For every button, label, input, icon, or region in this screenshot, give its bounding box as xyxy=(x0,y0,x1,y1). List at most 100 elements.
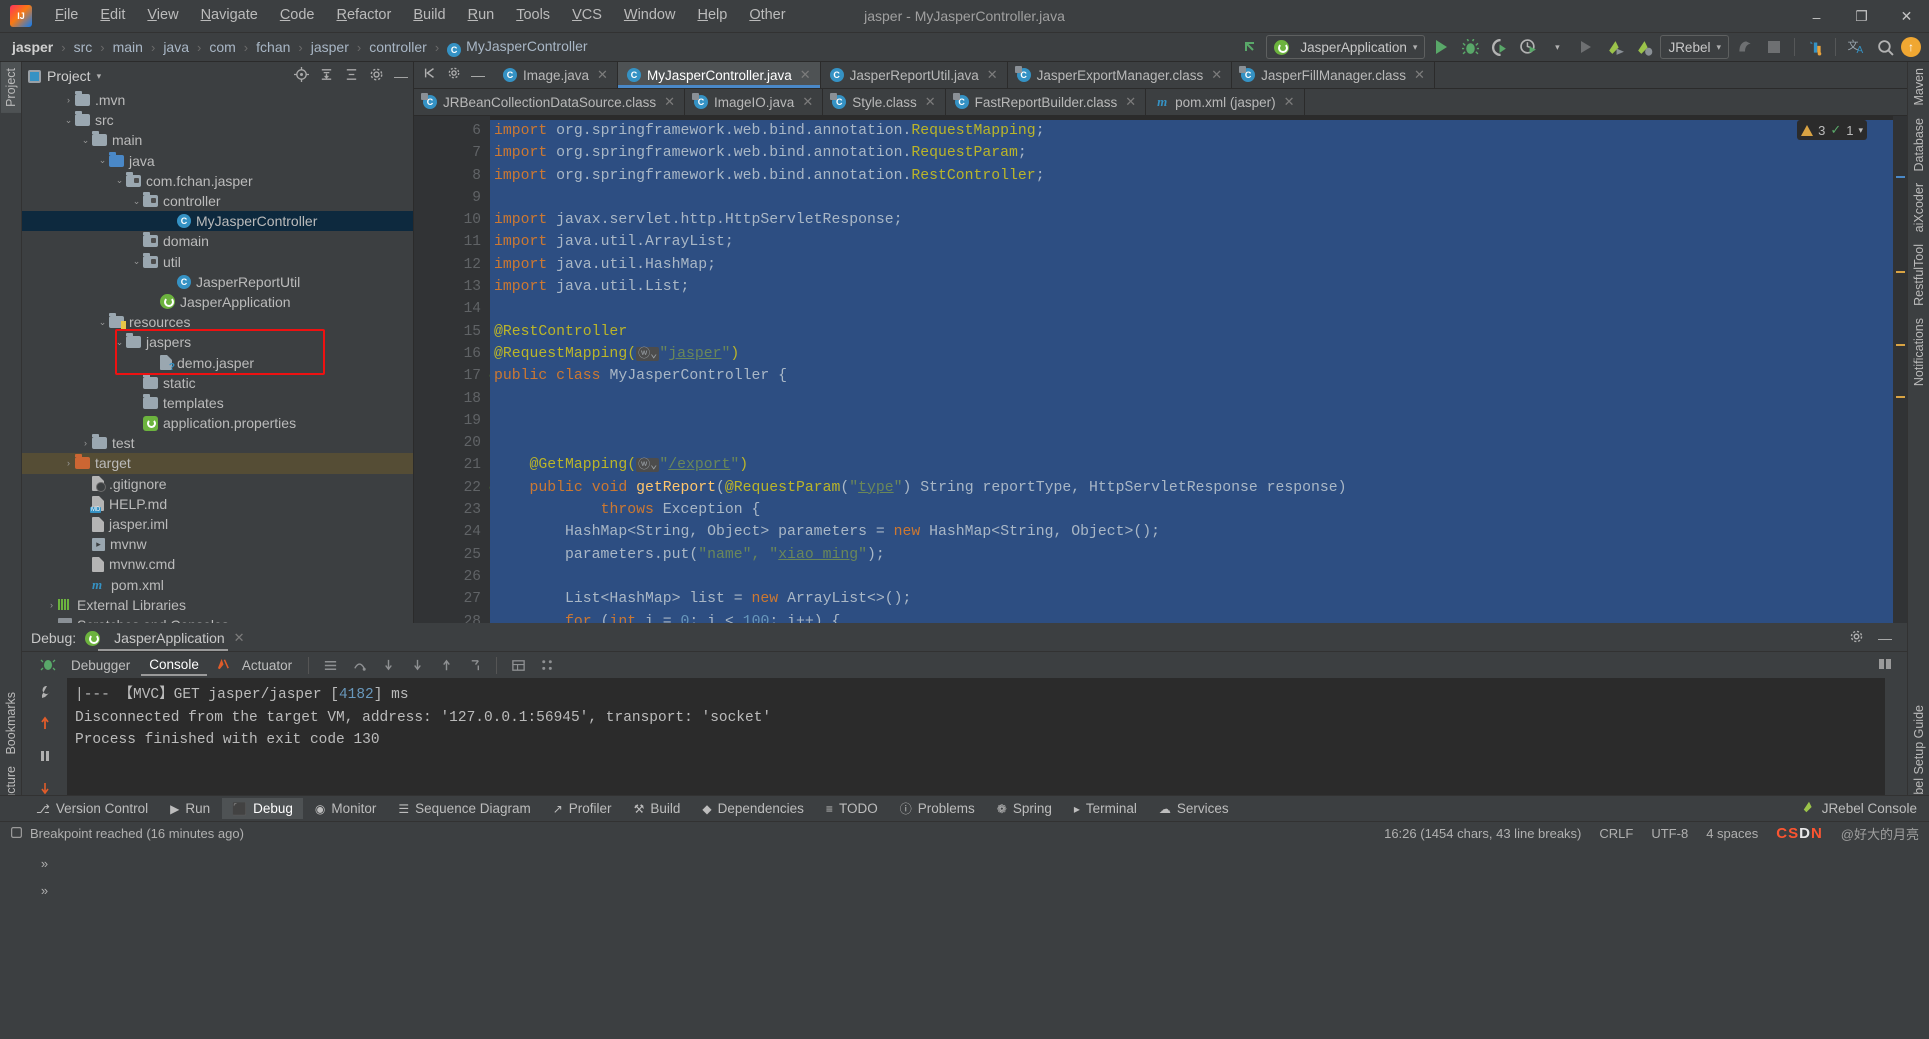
bottom-tab-version-control[interactable]: ⎇ Version Control xyxy=(26,798,158,819)
rerun-icon[interactable] xyxy=(37,716,53,736)
project-tree[interactable]: › .mvn ⌄ src ⌄ main ⌄ java ⌄ com.fchan.jasper ⌄ con… xyxy=(22,90,414,623)
tree-node-domain[interactable]: › domain xyxy=(22,231,414,251)
locate-file-icon[interactable] xyxy=(294,67,309,85)
sidebar-tab-project[interactable]: Project xyxy=(0,62,21,113)
code-line[interactable]: parameters.put("name", "xiao ming"); xyxy=(490,543,1907,566)
tree-node-java[interactable]: ⌄ java xyxy=(22,151,414,171)
code-line[interactable]: @GetMapping(ⓦ⌄ "/export") xyxy=(490,454,1907,477)
code-line[interactable] xyxy=(490,432,1907,455)
rerun-grey-button[interactable] xyxy=(1573,35,1599,59)
tree-node-pom-xml[interactable]: ›m pom.xml xyxy=(22,575,414,595)
tree-node-target[interactable]: › target xyxy=(22,453,414,474)
minimize-debug-icon[interactable]: — xyxy=(1878,630,1898,646)
tree-expand-arrow[interactable]: ⌄ xyxy=(62,115,75,126)
tree-node-demo-jasper[interactable]: › demo.jasper xyxy=(22,352,414,373)
editor-tab-imageio-java[interactable]: C ImageIO.java ✕ xyxy=(685,89,824,115)
bottom-tab-debug[interactable]: ⬛ Debug xyxy=(222,798,303,819)
menu-item-tools[interactable]: Tools xyxy=(505,4,561,28)
menu-item-run[interactable]: Run xyxy=(457,4,506,28)
more-actions-icon-2[interactable]: » xyxy=(41,883,48,902)
breadcrumb-item-main[interactable]: main xyxy=(112,39,144,55)
translate-icon[interactable]: 文A xyxy=(1843,35,1869,59)
search-icon[interactable] xyxy=(1872,35,1898,59)
tree-expand-arrow[interactable]: › xyxy=(130,398,143,408)
editor-tab-myjaspercontroller-java[interactable]: C MyJasperController.java ✕ xyxy=(617,62,821,88)
force-step-into-icon[interactable] xyxy=(404,653,430,677)
code-line[interactable] xyxy=(490,565,1907,589)
code-line[interactable]: @RequestMapping(ⓦ⌄ "jasper") xyxy=(490,342,1907,366)
run-to-cursor-icon[interactable] xyxy=(462,653,488,677)
code-content[interactable]: import org.springframework.web.bind.anno… xyxy=(490,116,1907,623)
tree-node-static[interactable]: › static xyxy=(22,373,414,393)
tab-console[interactable]: Console xyxy=(141,655,207,676)
jrebel-selector[interactable]: JRebel ▾ xyxy=(1660,35,1729,59)
indent-setting[interactable]: 4 spaces xyxy=(1706,826,1758,841)
menu-item-code[interactable]: Code xyxy=(269,4,326,28)
menu-item-view[interactable]: View xyxy=(136,4,189,28)
tree-expand-arrow[interactable]: › xyxy=(79,580,92,590)
tree-node-util[interactable]: ⌄ util xyxy=(22,252,414,272)
sidebar-tab-bookmarks[interactable]: Bookmarks xyxy=(1,686,21,761)
aixcoder-icon[interactable] xyxy=(1802,35,1828,59)
tree-node-src[interactable]: ⌄ src xyxy=(22,110,414,130)
tree-expand-arrow[interactable]: ⌄ xyxy=(96,317,109,328)
tree-node-main[interactable]: ⌄ main xyxy=(22,130,414,150)
select-opened-file-icon[interactable] xyxy=(423,66,437,85)
tree-expand-arrow[interactable]: › xyxy=(79,539,92,549)
bottom-tab-profiler[interactable]: ↗ Profiler xyxy=(543,798,622,819)
sidebar-tab-aixcoder[interactable]: aiXcoder xyxy=(1909,177,1929,238)
stop-button[interactable] xyxy=(1761,35,1787,59)
code-line[interactable]: public void getReport(@RequestParam("typ… xyxy=(490,476,1907,500)
tree-node-test[interactable]: › test xyxy=(22,433,414,453)
layout-settings-icon[interactable] xyxy=(317,653,343,677)
line-separator[interactable]: CRLF xyxy=(1599,826,1633,841)
jrebel-console-label[interactable]: JRebel Console xyxy=(1822,801,1917,816)
close-icon[interactable]: ✕ xyxy=(1125,94,1136,110)
tree-expand-arrow[interactable]: › xyxy=(79,479,92,489)
menu-item-refactor[interactable]: Refactor xyxy=(326,4,403,28)
profile-dropdown-icon[interactable]: ▾ xyxy=(1544,35,1570,59)
breadcrumb-item-java[interactable]: java xyxy=(162,39,190,55)
tree-expand-arrow[interactable]: ⌄ xyxy=(96,155,109,166)
close-button[interactable]: ✕ xyxy=(1884,0,1929,33)
tree-node-jasper-iml[interactable]: › jasper.iml xyxy=(22,514,414,534)
tree-expand-arrow[interactable]: › xyxy=(164,277,177,287)
editor-tab-jasperexportmanager-class[interactable]: C JasperExportManager.class ✕ xyxy=(1007,62,1233,88)
tree-expand-arrow[interactable]: › xyxy=(130,378,143,388)
minimize-button[interactable]: – xyxy=(1794,0,1839,33)
editor-scrollbar[interactable] xyxy=(1893,116,1907,623)
close-icon[interactable]: ✕ xyxy=(234,630,245,646)
tree-node-controller[interactable]: ⌄ controller xyxy=(22,191,414,211)
tree-node--mvn[interactable]: › .mvn xyxy=(22,90,414,110)
collapse-all-icon[interactable] xyxy=(344,67,359,85)
code-line[interactable]: HashMap<String, Object> parameters = new… xyxy=(490,521,1907,544)
line-number-gutter[interactable]: 6 7 8 9 10 11 12 13⊟ 14 15⊟16⊟17 18 19 20 21 2223⊟ 24 25… xyxy=(414,116,502,623)
code-line[interactable]: for (int i = 0; i < 100; i++) { xyxy=(490,610,1907,623)
hide-panel-icon[interactable]: — xyxy=(394,68,408,84)
tree-expand-arrow[interactable]: › xyxy=(130,236,143,246)
breadcrumb-item-controller[interactable]: controller xyxy=(368,39,428,55)
tree-node-jasperapplication[interactable]: › JasperApplication xyxy=(22,292,414,312)
tree-expand-arrow[interactable]: ⌄ xyxy=(113,337,126,348)
code-line[interactable]: import org.springframework.web.bind.anno… xyxy=(490,164,1907,187)
code-line[interactable]: import javax.servlet.http.HttpServletRes… xyxy=(490,209,1907,232)
menu-item-vcs[interactable]: VCS xyxy=(561,4,613,28)
bottom-tab-sequence-diagram[interactable]: ☰ Sequence Diagram xyxy=(388,798,540,819)
tree-expand-arrow[interactable]: › xyxy=(45,600,58,610)
bottom-tab-build[interactable]: ⚒ Build xyxy=(624,798,691,819)
close-icon[interactable]: ✕ xyxy=(987,67,998,83)
tree-expand-arrow[interactable]: › xyxy=(79,438,92,448)
tree-node-templates[interactable]: › templates xyxy=(22,393,414,413)
tree-node-external-libraries[interactable]: › External Libraries xyxy=(22,595,414,615)
editor-tab-jasperreportutil-java[interactable]: C JasperReportUtil.java ✕ xyxy=(820,62,1008,88)
profile-button[interactable] xyxy=(1515,35,1541,59)
tab-actuator[interactable]: Actuator xyxy=(234,656,300,675)
gear-icon[interactable] xyxy=(447,66,461,85)
close-icon[interactable]: ✕ xyxy=(1414,67,1425,83)
breadcrumb-item-src[interactable]: src xyxy=(73,39,94,55)
tree-expand-arrow[interactable]: ⌄ xyxy=(79,135,92,146)
tree-expand-arrow[interactable]: › xyxy=(62,458,75,468)
step-into-icon[interactable] xyxy=(375,653,401,677)
code-line[interactable]: import org.springframework.web.bind.anno… xyxy=(490,142,1907,165)
tree-node-application-properties[interactable]: › application.properties xyxy=(22,413,414,433)
